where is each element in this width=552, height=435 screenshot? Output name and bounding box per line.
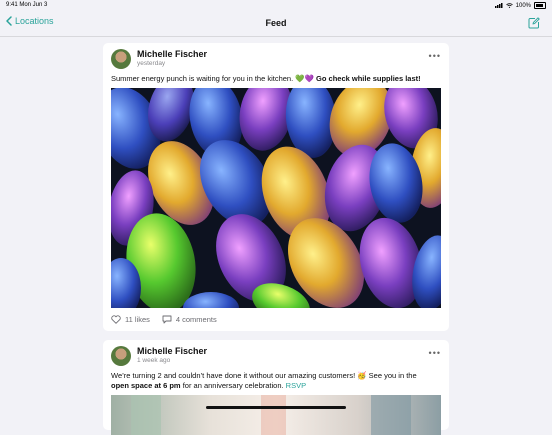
- comments-button[interactable]: 4 comments: [162, 315, 217, 324]
- home-indicator[interactable]: [206, 406, 346, 409]
- rsvp-link[interactable]: RSVP: [286, 381, 306, 390]
- post-author[interactable]: Michelle Fischer: [137, 49, 207, 59]
- post-card: Michelle Fischer 1 week ago ••• We’re tu…: [103, 340, 449, 435]
- page-title: Feed: [265, 18, 287, 28]
- post-text-bold: Go check while supplies last!: [316, 74, 421, 83]
- avatar[interactable]: [111, 49, 131, 69]
- compose-icon[interactable]: [528, 17, 540, 29]
- heart-icon: [111, 315, 121, 324]
- signal-icon: [494, 3, 503, 8]
- status-bar: 9:41 Mon Jun 3 100%: [0, 0, 552, 12]
- post-text: Summer energy punch is waiting for you i…: [111, 74, 441, 84]
- post-text-part2: for an anniversary celebration.: [180, 381, 286, 390]
- avatar[interactable]: [111, 346, 131, 366]
- post-actions: 11 likes 4 comments: [111, 315, 217, 324]
- comments-count: 4 comments: [175, 315, 217, 324]
- more-options-icon[interactable]: •••: [429, 51, 441, 61]
- navigation-bar: Locations Feed: [0, 12, 552, 37]
- post-card: Michelle Fischer yesterday ••• Summer en…: [103, 43, 449, 331]
- post-text-bold: open space at 6 pm: [111, 381, 181, 390]
- celebration-photo: [131, 395, 411, 435]
- likes-count: 11 likes: [125, 315, 150, 324]
- battery-percent: 100%: [515, 2, 531, 9]
- comment-icon: [162, 315, 172, 324]
- more-options-icon[interactable]: •••: [429, 348, 441, 358]
- status-icons: 100%: [494, 2, 546, 9]
- wifi-icon: [505, 3, 513, 8]
- post-time: 1 week ago: [137, 357, 171, 364]
- post-image[interactable]: [111, 395, 441, 435]
- post-author[interactable]: Michelle Fischer: [137, 346, 207, 356]
- post-text-part1: We’re turning 2 and couldn’t have done i…: [111, 371, 417, 380]
- figs-photo: [111, 88, 441, 308]
- post-text: We’re turning 2 and couldn’t have done i…: [111, 371, 441, 391]
- post-time: yesterday: [137, 60, 166, 67]
- battery-icon: [534, 2, 546, 9]
- post-text-plain: Summer energy punch is waiting for you i…: [111, 74, 317, 83]
- like-button[interactable]: 11 likes: [111, 315, 150, 324]
- post-image[interactable]: [111, 88, 441, 308]
- status-time: 9:41 Mon Jun 3: [6, 2, 48, 8]
